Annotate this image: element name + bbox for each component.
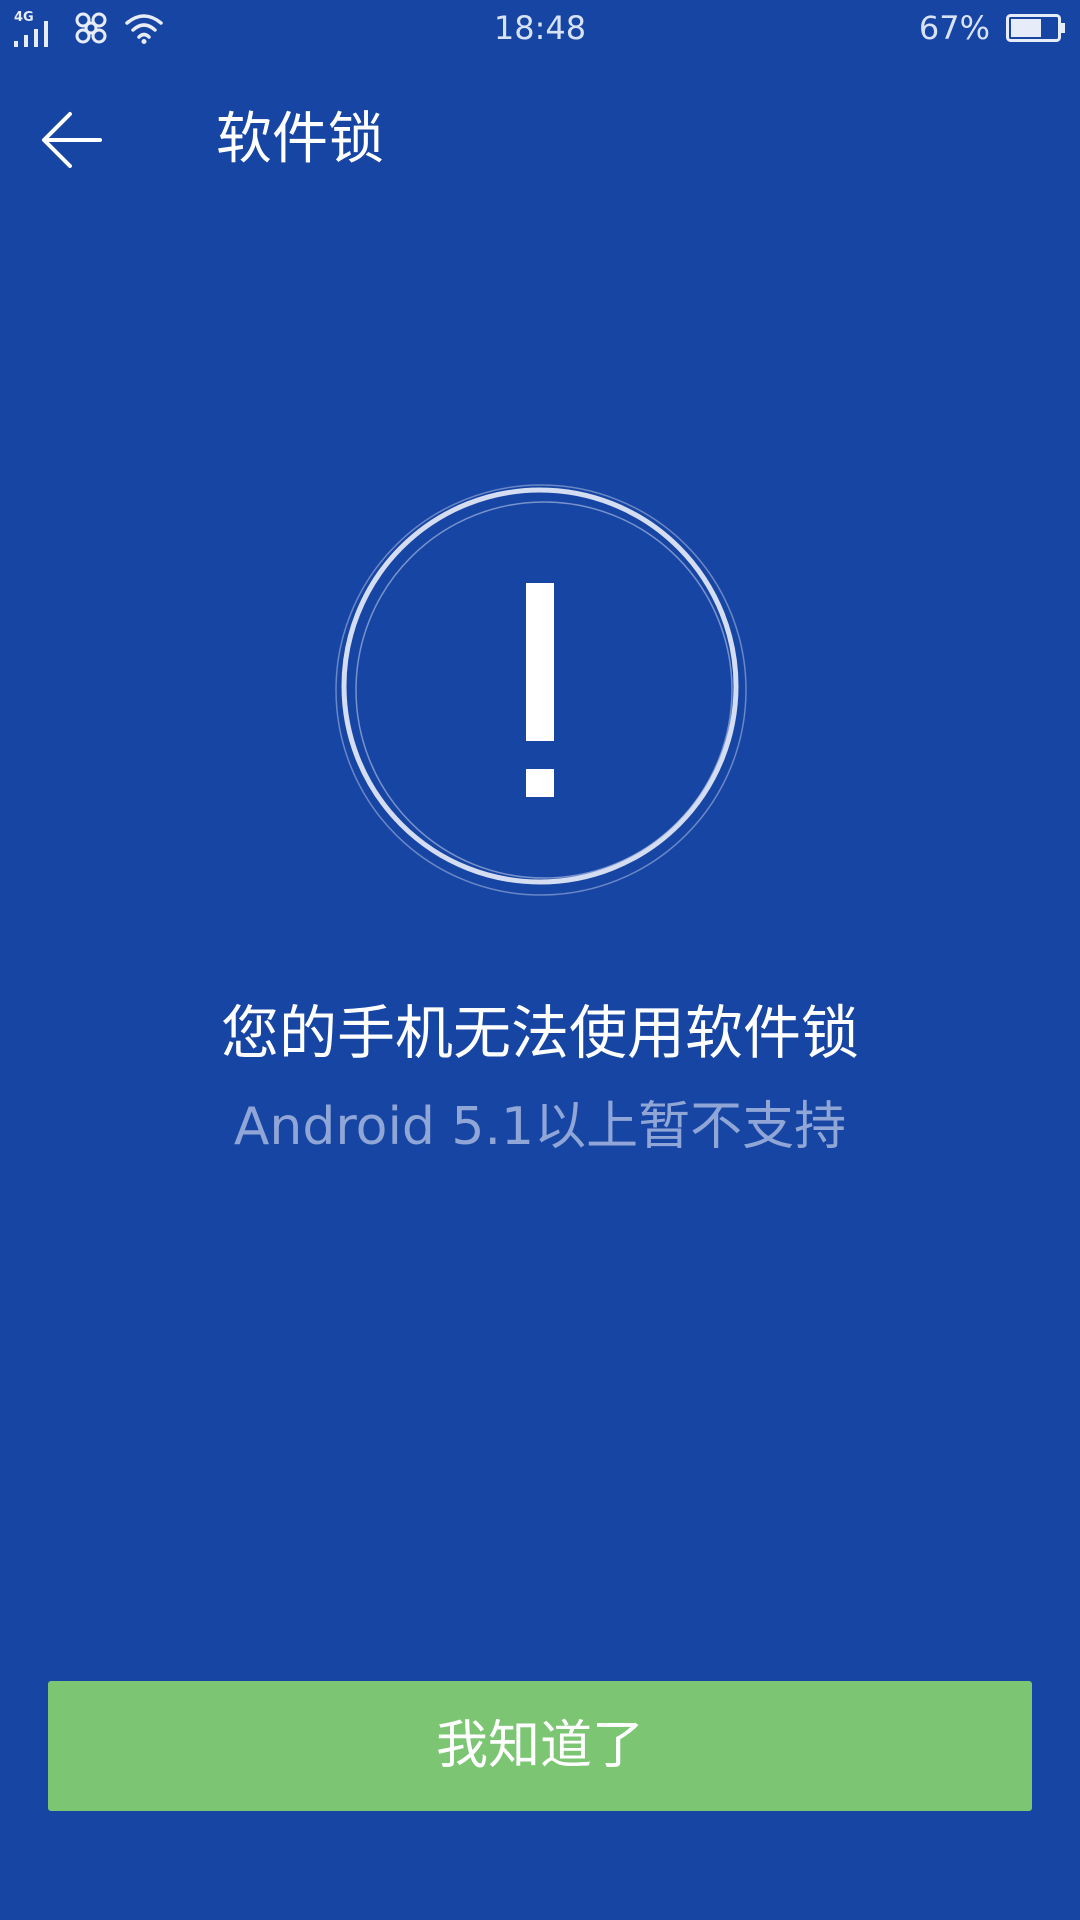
page-title: 软件锁 [216, 107, 384, 172]
top-app-bar: 软件锁 [0, 80, 1080, 200]
acknowledge-button[interactable]: 我知道了 [48, 1681, 1032, 1811]
status-bar: 4G 18:48 67% [0, 0, 1080, 56]
warning-graphic [335, 484, 747, 896]
error-detail: Android 5.1以上暂不支持 [233, 1097, 847, 1157]
battery-percent: 67% [918, 9, 990, 47]
status-bar-right: 67% [919, 8, 1066, 48]
app-screen: 4G 18:48 67% 软件锁 您的手机无法使用软件锁 Android 5.1… [0, 0, 1080, 1920]
exclamation-icon [526, 583, 554, 797]
error-message: 您的手机无法使用软件锁 [220, 999, 859, 1067]
battery-icon [1006, 14, 1065, 42]
back-button[interactable] [40, 100, 140, 180]
back-arrow-icon [42, 112, 102, 168]
